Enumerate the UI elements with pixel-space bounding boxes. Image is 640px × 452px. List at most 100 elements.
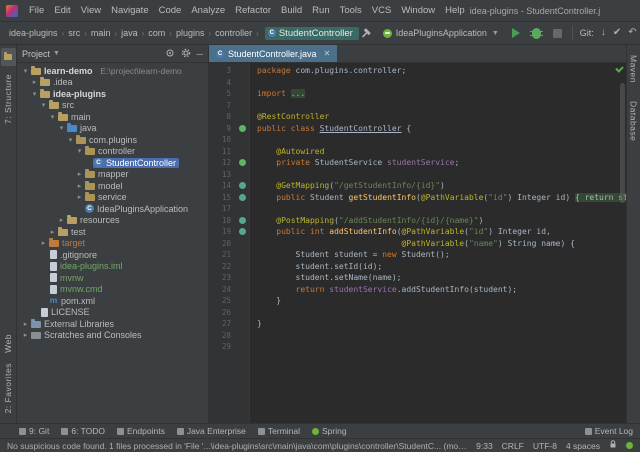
run-config-selector[interactable]: IdeaPluginsApplication ▼	[380, 27, 502, 39]
menu-analyze[interactable]: Analyze	[186, 5, 230, 16]
tree-item-mvnw[interactable]: mvnw	[17, 272, 208, 284]
tree-item-.gitignore[interactable]: .gitignore	[17, 249, 208, 261]
toolwindow-button-spring[interactable]: Spring	[312, 426, 347, 436]
tree-item-resources[interactable]: ▸resources	[17, 215, 208, 227]
line-separator[interactable]: CRLF	[502, 441, 524, 451]
menu-file[interactable]: File	[24, 5, 49, 16]
run-button[interactable]	[509, 26, 523, 40]
tree-item-.idea[interactable]: ▸.idea	[17, 77, 208, 89]
chevron-collapsed-icon[interactable]: ▸	[48, 228, 57, 236]
breadcrumb-class-chip[interactable]: C StudentController	[265, 27, 359, 40]
tree-item-java[interactable]: ▾java	[17, 123, 208, 135]
tree-item-pom.xml[interactable]: mpom.xml	[17, 295, 208, 307]
lock-icon[interactable]	[609, 440, 617, 451]
chevron-collapsed-icon[interactable]: ▸	[21, 331, 30, 339]
tree-item-External Libraries[interactable]: ▸External Libraries	[17, 318, 208, 330]
tree-item-idea-plugins[interactable]: ▾idea-plugins	[17, 88, 208, 100]
chevron-collapsed-icon[interactable]: ▸	[21, 320, 30, 328]
tree-item-StudentController[interactable]: CStudentController	[17, 157, 208, 169]
menu-run[interactable]: Run	[307, 5, 334, 16]
git-update-icon[interactable]: ↓	[601, 26, 606, 40]
toolwindow-button-endpoints[interactable]: Endpoints	[117, 426, 165, 436]
chevron-expanded-icon[interactable]: ▾	[66, 136, 75, 144]
breadcrumb-item-controller[interactable]: controller	[214, 28, 253, 38]
breadcrumb-item-main[interactable]: main	[90, 28, 112, 38]
locate-file-icon[interactable]	[165, 48, 175, 60]
web-tool-button[interactable]: Web	[3, 334, 13, 353]
tree-item-model[interactable]: ▸model	[17, 180, 208, 192]
tree-item-Scratches and Consoles[interactable]: ▸Scratches and Consoles	[17, 330, 208, 342]
chevron-collapsed-icon[interactable]: ▸	[75, 193, 84, 201]
tree-item-controller[interactable]: ▾controller	[17, 146, 208, 158]
code-editor[interactable]: 3package com.plugins.controller;45import…	[209, 63, 626, 423]
chevron-expanded-icon[interactable]: ▾	[30, 90, 39, 98]
favorites-tool-button[interactable]: 2: Favorites	[3, 363, 13, 413]
chevron-collapsed-icon[interactable]: ▸	[57, 216, 66, 224]
tree-item-idea-plugins.iml[interactable]: idea-plugins.iml	[17, 261, 208, 273]
toolwindow-button-java-enterprise[interactable]: Java Enterprise	[177, 426, 246, 436]
tree-item-LICENSE[interactable]: LICENSE	[17, 307, 208, 319]
maven-tool-button[interactable]: Maven	[629, 55, 639, 83]
menu-help[interactable]: Help	[440, 5, 470, 16]
breadcrumb-item-idea-plugins[interactable]: idea-plugins	[8, 28, 59, 38]
toolwindow-button-6-todo[interactable]: 6: TODO	[61, 426, 105, 436]
tree-item-test[interactable]: ▸test	[17, 226, 208, 238]
file-encoding[interactable]: UTF-8	[533, 441, 557, 451]
tree-item-src[interactable]: ▾src	[17, 100, 208, 112]
project-tool-button[interactable]	[1, 48, 16, 66]
menu-edit[interactable]: Edit	[49, 5, 75, 16]
toolwindow-button-terminal[interactable]: Terminal	[258, 426, 300, 436]
chevron-expanded-icon[interactable]: ▾	[39, 101, 48, 109]
breadcrumb-item-java[interactable]: java	[120, 28, 139, 38]
chevron-expanded-icon[interactable]: ▾	[75, 147, 84, 155]
toolwindow-button-9-git[interactable]: 9: Git	[19, 426, 49, 436]
stop-button[interactable]	[551, 26, 565, 40]
tab-studentcontroller[interactable]: C StudentController.java ✕	[209, 45, 337, 62]
menu-window[interactable]: Window	[396, 5, 440, 16]
hide-panel-icon[interactable]: ─	[197, 49, 203, 59]
toolwindow-button-event-log[interactable]: Event Log	[585, 426, 633, 436]
caret-position[interactable]: 9:33	[476, 441, 493, 451]
chevron-collapsed-icon[interactable]: ▸	[30, 78, 39, 86]
chevron-expanded-icon[interactable]: ▾	[21, 67, 30, 75]
tree-item-target[interactable]: ▸target	[17, 238, 208, 250]
spring-map-gutter-icon[interactable]	[239, 194, 246, 201]
tree-item-com.plugins[interactable]: ▾com.plugins	[17, 134, 208, 146]
structure-tool-button[interactable]: 7: Structure	[3, 74, 13, 124]
menu-navigate[interactable]: Navigate	[106, 5, 154, 16]
build-hammer-icon[interactable]	[359, 26, 373, 40]
breadcrumb-item-com[interactable]: com	[147, 28, 166, 38]
chevron-expanded-icon[interactable]: ▾	[48, 113, 57, 121]
tree-item-learn-demo[interactable]: ▾learn-demoE:\project\learn-demo	[17, 65, 208, 77]
chevron-down-icon[interactable]: ▼	[53, 50, 60, 57]
chevron-expanded-icon[interactable]: ▾	[57, 124, 66, 132]
debug-button[interactable]	[530, 26, 544, 40]
chevron-collapsed-icon[interactable]: ▸	[75, 170, 84, 178]
tree-item-IdeaPluginsApplication[interactable]: CIdeaPluginsApplication	[17, 203, 208, 215]
tree-item-service[interactable]: ▸service	[17, 192, 208, 204]
menu-build[interactable]: Build	[276, 5, 307, 16]
tree-item-main[interactable]: ▾main	[17, 111, 208, 123]
indent-setting[interactable]: 4 spaces	[566, 441, 600, 451]
close-icon[interactable]: ✕	[324, 49, 331, 58]
breadcrumb-item-plugins[interactable]: plugins	[175, 28, 206, 38]
database-tool-button[interactable]: Database	[629, 101, 639, 141]
spring-map-gutter-icon[interactable]	[239, 217, 246, 224]
chevron-collapsed-icon[interactable]: ▸	[39, 239, 48, 247]
tree-item-mvnw.cmd[interactable]: mvnw.cmd	[17, 284, 208, 296]
editor-scrollbar[interactable]	[620, 83, 625, 203]
breadcrumb-item-src[interactable]: src	[67, 28, 81, 38]
menu-refactor[interactable]: Refactor	[230, 5, 276, 16]
gear-icon[interactable]	[181, 48, 191, 60]
menu-code[interactable]: Code	[154, 5, 187, 16]
project-panel-title[interactable]: Project	[22, 49, 50, 59]
menu-vcs[interactable]: VCS	[367, 5, 397, 16]
git-commit-icon[interactable]: ✔	[613, 26, 621, 40]
menu-view[interactable]: View	[76, 5, 106, 16]
git-rollback-icon[interactable]: ↶	[628, 26, 636, 40]
chevron-collapsed-icon[interactable]: ▸	[75, 182, 84, 190]
spring-map-gutter-icon[interactable]	[239, 228, 246, 235]
tree-item-mapper[interactable]: ▸mapper	[17, 169, 208, 181]
spring-bean-gutter-icon[interactable]	[239, 159, 246, 166]
spring-bean-gutter-icon[interactable]	[239, 125, 246, 132]
